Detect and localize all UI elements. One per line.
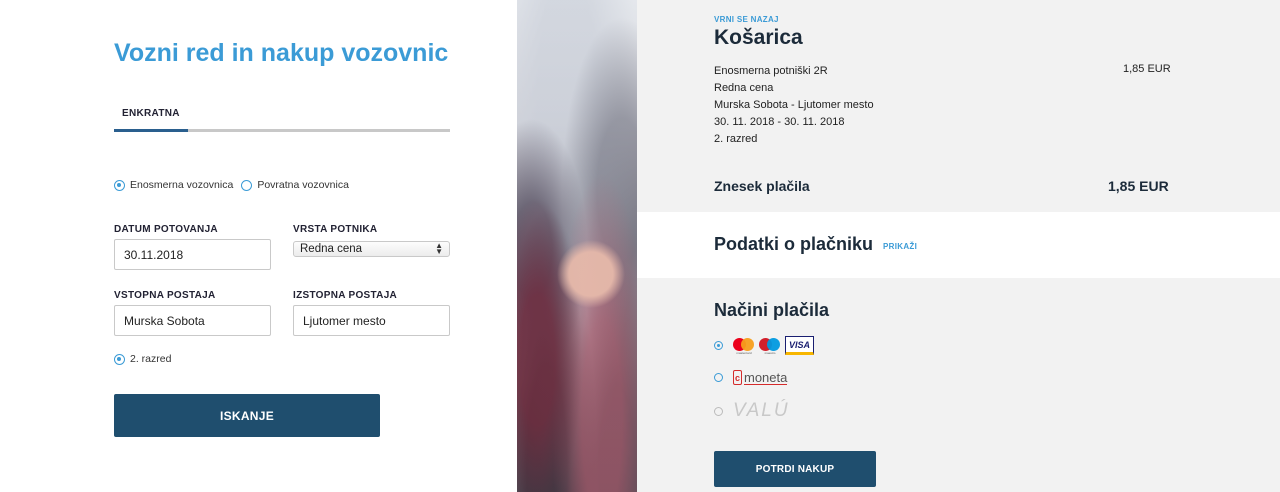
cart-item-route: Murska Sobota - Ljutomer mesto	[714, 99, 874, 111]
tab-active-indicator	[114, 129, 188, 132]
cart-item-class: 2. razred	[714, 133, 758, 145]
cards-radio[interactable]	[714, 341, 723, 350]
moneta-icon: c	[733, 370, 742, 385]
select-arrows-icon: ▲ ▼	[435, 241, 443, 256]
class-radio[interactable]	[114, 353, 125, 365]
confirm-purchase-button[interactable]: POTRDI NAKUP	[714, 451, 876, 487]
payer-title: Podatki o plačniku	[714, 234, 874, 254]
from-station-input[interactable]: Murska Sobota	[114, 305, 271, 336]
tab-bar: ENKRATNA	[114, 104, 450, 132]
visa-icon: VISA	[785, 336, 814, 355]
mastercard-icon: mastercard	[733, 337, 755, 355]
ticket-type-group: Enosmerna vozovnica Povratna vozovnica	[114, 179, 349, 191]
cart-title: Košarica	[714, 26, 803, 49]
card-logos: mastercard maestro VISA	[733, 336, 814, 355]
moneta-radio[interactable]	[714, 373, 723, 382]
cart-panel: VRNI SE NAZAJ Košarica Enosmerna potnišk…	[637, 0, 1280, 492]
background-photo	[517, 0, 637, 492]
payment-option-cards[interactable]: mastercard maestro VISA	[714, 336, 814, 355]
total-label: Znesek plačila	[714, 178, 810, 194]
valu-radio[interactable]	[714, 406, 723, 416]
page-title: Vozni red in nakup vozovnic	[114, 39, 449, 67]
valu-logo: VALÚ	[733, 400, 790, 421]
search-button[interactable]: ISKANJE	[114, 394, 380, 437]
moneta-logo: c moneta	[733, 369, 788, 385]
cart-item-price: 1,85 EUR	[1123, 63, 1171, 75]
one-way-radio[interactable]	[114, 179, 125, 191]
ticket-search-panel: Vozni red in nakup vozovnic ENKRATNA Eno…	[0, 0, 517, 492]
from-station-label: VSTOPNA POSTAJA	[114, 290, 216, 301]
passenger-type-value: Redna cena	[300, 243, 363, 255]
to-station-label: IZSTOPNA POSTAJA	[293, 290, 398, 301]
to-station-input[interactable]: Ljutomer mesto	[293, 305, 450, 336]
passenger-type-select[interactable]: Redna cena ▲ ▼	[293, 241, 450, 257]
total-value: 1,85 EUR	[1108, 178, 1169, 194]
return-radio[interactable]	[241, 179, 253, 191]
tab-single-ticket[interactable]: ENKRATNA	[114, 104, 188, 132]
date-input[interactable]: 30.11.2018	[114, 239, 271, 270]
class-label[interactable]: 2. razred	[130, 353, 171, 365]
return-label[interactable]: Povratna vozovnica	[257, 179, 349, 191]
payment-title: Načini plačila	[714, 300, 830, 320]
payment-option-valu[interactable]: VALÚ	[714, 400, 790, 422]
maestro-icon: maestro	[759, 337, 781, 355]
cart-item-dates: 30. 11. 2018 - 30. 11. 2018	[714, 116, 845, 128]
one-way-label[interactable]: Enosmerna vozovnica	[130, 179, 233, 191]
back-link[interactable]: VRNI SE NAZAJ	[714, 15, 779, 24]
passenger-type-label: VRSTA POTNIKA	[293, 224, 378, 235]
cart-item-details: Enosmerna potniški 2R Redna cena Murska …	[714, 63, 874, 148]
payer-show-link[interactable]: PRIKAŽI	[883, 242, 917, 251]
payment-option-moneta[interactable]: c moneta	[714, 369, 788, 385]
date-label: DATUM POTOVANJA	[114, 224, 218, 235]
cart-item-fare: Redna cena	[714, 82, 774, 94]
cart-item-name: Enosmerna potniški 2R	[714, 65, 828, 77]
class-group: 2. razred	[114, 353, 171, 365]
